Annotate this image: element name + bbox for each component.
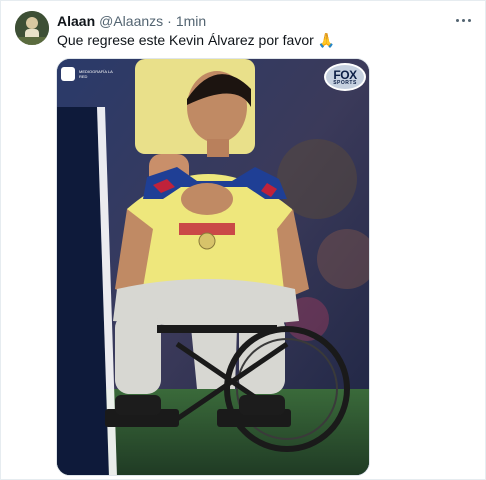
tweet-text-body: Que regrese este Kevin Álvarez por favor: [57, 32, 314, 48]
tweet-media-image[interactable]: MEDIOGRAFÍA LA RED FOX SPORTS: [56, 58, 370, 476]
timestamp[interactable]: 1min: [176, 12, 206, 30]
fox-sports-logo: FOX SPORTS: [324, 63, 366, 91]
user-handle[interactable]: @Alaanzs: [99, 12, 163, 30]
tweet-header: Alaan @Alaanzs · 1min: [57, 12, 206, 30]
tweet-card[interactable]: Alaan @Alaanzs · 1min Que regrese este K…: [0, 0, 486, 480]
separator: ·: [167, 13, 172, 29]
display-name[interactable]: Alaan: [57, 12, 95, 30]
prayer-hands-emoji: 🙏: [317, 32, 336, 48]
more-icon[interactable]: [451, 11, 475, 29]
fox-logo-bottom: SPORTS: [333, 79, 357, 86]
watermark-text: MEDIOGRAFÍA LA RED: [79, 69, 113, 79]
photo-illustration: [57, 59, 369, 475]
watermark-logo: [61, 67, 75, 81]
fox-logo-top: FOX: [333, 67, 357, 82]
tweet-text: Que regrese este Kevin Álvarez por favor…: [57, 31, 335, 49]
media-watermark: MEDIOGRAFÍA LA RED: [61, 67, 119, 81]
avatar[interactable]: [15, 11, 49, 45]
